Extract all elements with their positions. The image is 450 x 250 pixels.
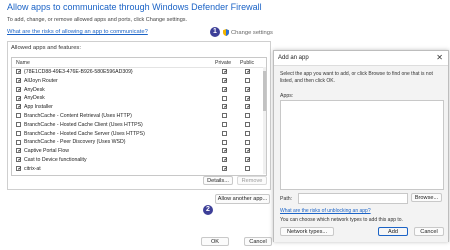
private-checkbox[interactable] (222, 95, 227, 101)
private-checkbox[interactable] (222, 139, 227, 145)
public-checkbox[interactable] (245, 121, 250, 127)
details-button[interactable]: Details... (203, 176, 233, 185)
private-checkbox[interactable] (222, 113, 227, 119)
enable-checkbox[interactable] (16, 69, 22, 75)
allowed-apps-list[interactable]: Name Private Public {78E1CD88-49E3-476E-… (11, 57, 267, 176)
list-item[interactable]: citrix-at (12, 165, 266, 173)
remove-button[interactable]: Remove (237, 176, 267, 185)
step-marker-1: 1 (210, 27, 220, 37)
list-item-label: BranchCache - Hosted Cache Server (Uses … (24, 130, 145, 137)
list-item-label: BranchCache - Content Retrieval (Uses HT… (24, 113, 132, 119)
list-item[interactable]: AllJoyn Router (12, 77, 266, 85)
enable-checkbox[interactable] (16, 130, 21, 136)
step-marker-2: 2 (203, 205, 213, 215)
list-item[interactable]: {78E1CD88-49E3-476E-B926-580E596AD309} (12, 68, 266, 76)
public-checkbox[interactable] (245, 104, 251, 110)
public-checkbox[interactable] (245, 148, 251, 154)
public-checkbox[interactable] (245, 95, 251, 101)
path-label: Path: (280, 196, 293, 202)
private-checkbox[interactable] (222, 165, 228, 171)
list-item-label: {78E1CD88-49E3-476E-B926-580E596AD309} (24, 69, 133, 75)
list-item[interactable]: Captive Portal Flow (12, 147, 266, 155)
enable-checkbox[interactable] (16, 139, 21, 145)
dialog-title: Add an app (278, 55, 309, 61)
apps-label: Apps: (280, 93, 294, 99)
list-item-label: Cast to Device functionality (24, 157, 87, 163)
list-item-label: citrix-at (24, 165, 41, 172)
public-checkbox[interactable] (245, 77, 250, 83)
list-item[interactable]: App Installer (12, 103, 266, 111)
list-item-label: AnyDesk (24, 86, 45, 93)
enable-checkbox[interactable] (16, 86, 22, 92)
enable-checkbox[interactable] (16, 77, 22, 83)
path-input[interactable] (298, 193, 408, 204)
dialog-description: Select the app you want to add, or click… (280, 71, 433, 84)
list-item-label: AllJoyn Router (24, 77, 58, 84)
page-subtitle: To add, change, or remove allowed apps a… (7, 17, 188, 23)
private-checkbox[interactable] (222, 104, 228, 110)
network-types-button[interactable]: Network types... (280, 227, 334, 236)
public-checkbox[interactable] (245, 69, 251, 75)
scrollbar-thumb[interactable] (263, 71, 266, 111)
list-item-label: BranchCache - Peer Discovery (Uses WSD) (24, 139, 126, 146)
unblock-risks-link[interactable]: What are the risks of unblocking an app? (280, 208, 371, 214)
change-settings-button[interactable]: Change settings (223, 29, 273, 36)
private-checkbox[interactable] (222, 86, 228, 92)
enable-checkbox[interactable] (16, 165, 22, 171)
private-checkbox[interactable] (222, 148, 228, 154)
enable-checkbox[interactable] (16, 157, 22, 163)
shield-icon (223, 29, 229, 36)
add-button[interactable]: Add (378, 227, 408, 236)
enable-checkbox[interactable] (16, 95, 22, 101)
enable-checkbox[interactable] (16, 113, 21, 119)
list-header: Name Private Public (12, 58, 266, 68)
page-title: Allow apps to communicate through Window… (7, 2, 262, 12)
private-checkbox[interactable] (222, 121, 227, 127)
private-checkbox[interactable] (222, 157, 228, 163)
change-settings-label: Change settings (231, 29, 273, 36)
public-checkbox[interactable] (245, 113, 250, 119)
dialog-cancel-button[interactable]: Cancel (414, 227, 444, 236)
list-item[interactable]: BranchCache - Content Retrieval (Uses HT… (12, 112, 266, 120)
allow-another-app-button[interactable]: Allow another app... (215, 194, 270, 204)
add-app-dialog: Add an app ✕ Select the app you want to … (273, 50, 449, 242)
public-checkbox[interactable] (245, 86, 251, 92)
list-item[interactable]: AnyDesk (12, 86, 266, 94)
list-item-label: BranchCache - Hosted Cache Client (Uses … (24, 121, 143, 128)
list-item[interactable]: Cast to Device functionality (12, 156, 266, 164)
list-item-label: AnyDesk (24, 95, 45, 102)
ok-button[interactable]: OK (201, 237, 229, 246)
enable-checkbox[interactable] (16, 148, 22, 154)
list-item[interactable]: AnyDesk (12, 94, 266, 102)
public-checkbox[interactable] (245, 157, 251, 163)
cancel-button[interactable]: Cancel (244, 237, 272, 246)
enable-checkbox[interactable] (16, 121, 21, 127)
apps-list[interactable] (280, 100, 444, 190)
public-checkbox[interactable] (245, 139, 250, 145)
browse-button[interactable]: Browse... (411, 193, 442, 202)
risks-link[interactable]: What are the risks of allowing an app to… (7, 29, 148, 35)
dialog-body: Select the app you want to add, or click… (274, 65, 448, 242)
network-note: You can choose which network types to ad… (280, 217, 403, 223)
list-item[interactable]: BranchCache - Peer Discovery (Uses WSD) (12, 138, 266, 146)
private-checkbox[interactable] (222, 130, 227, 136)
enable-checkbox[interactable] (16, 104, 22, 110)
list-item-label: App Installer (24, 104, 53, 111)
list-item[interactable]: BranchCache - Hosted Cache Server (Uses … (12, 130, 266, 138)
private-checkbox[interactable] (222, 77, 228, 83)
column-public[interactable]: Public (240, 60, 254, 66)
list-item[interactable]: BranchCache - Hosted Cache Client (Uses … (12, 121, 266, 129)
private-checkbox[interactable] (222, 69, 228, 75)
public-checkbox[interactable] (245, 130, 250, 136)
close-icon[interactable]: ✕ (436, 53, 443, 62)
allowed-apps-label: Allowed apps and features: (11, 45, 81, 51)
column-name[interactable]: Name (16, 60, 30, 66)
public-checkbox[interactable] (245, 165, 250, 171)
column-private[interactable]: Private (215, 60, 231, 66)
list-item-label: Captive Portal Flow (24, 148, 69, 155)
